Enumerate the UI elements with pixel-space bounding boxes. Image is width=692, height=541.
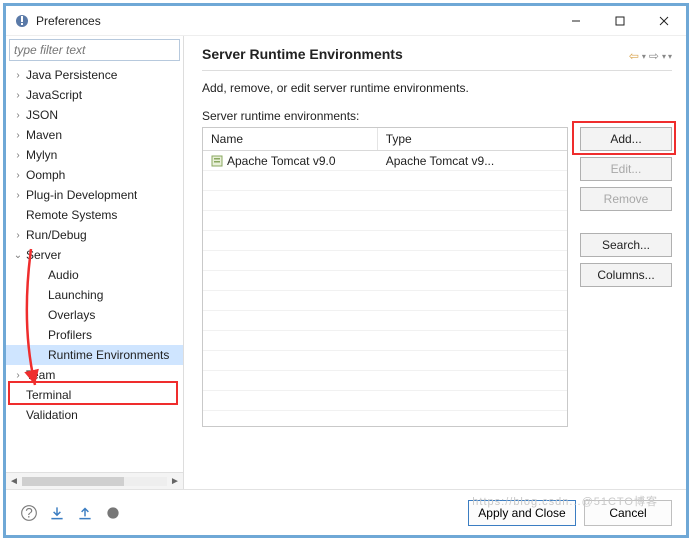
scroll-right-icon[interactable]: ► [167, 476, 183, 487]
columns-button[interactable]: Columns... [580, 263, 672, 287]
help-icon[interactable]: ? [20, 504, 38, 522]
app-icon [14, 13, 30, 29]
back-menu-icon[interactable]: ▾ [642, 52, 646, 61]
view-menu-icon[interactable]: ▾ [668, 52, 672, 61]
tree-item-label: Validation [26, 408, 78, 422]
remove-button[interactable]: Remove [580, 187, 672, 211]
tree-item[interactable]: ›Java Persistence [6, 65, 183, 85]
tree-item-label: Terminal [26, 388, 71, 402]
cancel-button[interactable]: Cancel [584, 500, 672, 526]
preferences-tree[interactable]: ›Java Persistence›JavaScript›JSON›Maven›… [6, 63, 183, 425]
tree-item[interactable]: Audio [6, 265, 183, 285]
chevron-right-icon [34, 349, 46, 361]
sidebar: ›Java Persistence›JavaScript›JSON›Maven›… [6, 36, 184, 489]
main-panel: Server Runtime Environments ⇦▾ ⇨▾ ▾ Add,… [184, 36, 686, 489]
tree-item-label: Plug-in Development [26, 188, 137, 202]
tree-item-label: Oomph [26, 168, 65, 182]
back-icon[interactable]: ⇦ [628, 49, 640, 63]
tree-item-label: Mylyn [26, 148, 57, 162]
search-button[interactable]: Search... [580, 233, 672, 257]
chevron-right-icon [12, 209, 24, 221]
import-icon[interactable] [48, 504, 66, 522]
chevron-right-icon[interactable]: › [12, 189, 24, 201]
tree-item-label: Runtime Environments [48, 348, 169, 362]
tree-item[interactable]: Remote Systems [6, 205, 183, 225]
chevron-right-icon [34, 309, 46, 321]
chevron-right-icon[interactable]: › [12, 89, 24, 101]
footer: ? Apply and Close Cancel [6, 489, 686, 535]
chevron-right-icon[interactable]: › [12, 69, 24, 81]
chevron-right-icon[interactable]: › [12, 169, 24, 181]
window-title: Preferences [36, 14, 554, 28]
tree-item-label: Maven [26, 128, 62, 142]
column-type[interactable]: Type [378, 128, 567, 150]
chevron-right-icon[interactable]: › [12, 109, 24, 121]
chevron-right-icon[interactable]: › [12, 149, 24, 161]
tree-item[interactable]: Validation [6, 405, 183, 425]
export-icon[interactable] [76, 504, 94, 522]
chevron-down-icon[interactable]: ⌄ [12, 249, 24, 261]
forward-menu-icon[interactable]: ▾ [662, 52, 666, 61]
tree-item-label: JSON [26, 108, 58, 122]
tree-item-label: JavaScript [26, 88, 82, 102]
tree-item-label: Launching [48, 288, 103, 302]
tree-item[interactable]: ›JavaScript [6, 85, 183, 105]
tree-item[interactable]: Terminal [6, 385, 183, 405]
chevron-right-icon[interactable]: › [12, 229, 24, 241]
column-name[interactable]: Name [203, 128, 378, 150]
maximize-button[interactable] [598, 6, 642, 36]
tree-item-label: Run/Debug [26, 228, 87, 242]
table-row[interactable]: Apache Tomcat v9.0Apache Tomcat v9... [203, 151, 567, 171]
apply-and-close-button[interactable]: Apply and Close [468, 500, 576, 526]
tree-item-label: Java Persistence [26, 68, 117, 82]
nav-history: ⇦▾ ⇨▾ ▾ [628, 49, 672, 63]
chevron-right-icon [12, 389, 24, 401]
server-icon [211, 155, 223, 167]
close-button[interactable] [642, 6, 686, 36]
tree-item-label: Team [26, 368, 55, 382]
chevron-right-icon [12, 409, 24, 421]
titlebar: Preferences [6, 6, 686, 36]
svg-text:?: ? [25, 505, 33, 520]
tree-item-label: Audio [48, 268, 79, 282]
page-title: Server Runtime Environments [202, 42, 628, 70]
forward-icon[interactable]: ⇨ [648, 49, 660, 63]
table-label: Server runtime environments: [202, 109, 672, 123]
filter-input[interactable] [9, 39, 180, 61]
tree-item[interactable]: ›Mylyn [6, 145, 183, 165]
tree-item[interactable]: ›Maven [6, 125, 183, 145]
horizontal-scrollbar[interactable]: ◄ ► [6, 472, 183, 489]
tree-item[interactable]: Profilers [6, 325, 183, 345]
edit-button[interactable]: Edit... [580, 157, 672, 181]
chevron-right-icon [34, 269, 46, 281]
tree-item[interactable]: ⌄Server [6, 245, 183, 265]
tree-item-label: Profilers [48, 328, 92, 342]
tree-item[interactable]: ›JSON [6, 105, 183, 125]
tree-item[interactable]: ›Team [6, 365, 183, 385]
tree-item[interactable]: Overlays [6, 305, 183, 325]
tree-item[interactable]: ›Run/Debug [6, 225, 183, 245]
chevron-right-icon[interactable]: › [12, 369, 24, 381]
runtime-table[interactable]: Name Type Apache Tomcat v9.0Apache Tomca… [202, 127, 568, 427]
tree-item[interactable]: ›Plug-in Development [6, 185, 183, 205]
minimize-button[interactable] [554, 6, 598, 36]
description: Add, remove, or edit server runtime envi… [202, 81, 672, 95]
tree-item[interactable]: Launching [6, 285, 183, 305]
tree-item-label: Server [26, 248, 61, 262]
scroll-left-icon[interactable]: ◄ [6, 476, 22, 487]
chevron-right-icon[interactable]: › [12, 129, 24, 141]
record-icon[interactable] [104, 504, 122, 522]
tree-item-label: Overlays [48, 308, 95, 322]
chevron-right-icon [34, 289, 46, 301]
tree-item[interactable]: Runtime Environments [6, 345, 183, 365]
tree-item[interactable]: ›Oomph [6, 165, 183, 185]
chevron-right-icon [34, 329, 46, 341]
tree-item-label: Remote Systems [26, 208, 117, 222]
add-button[interactable]: Add... [580, 127, 672, 151]
